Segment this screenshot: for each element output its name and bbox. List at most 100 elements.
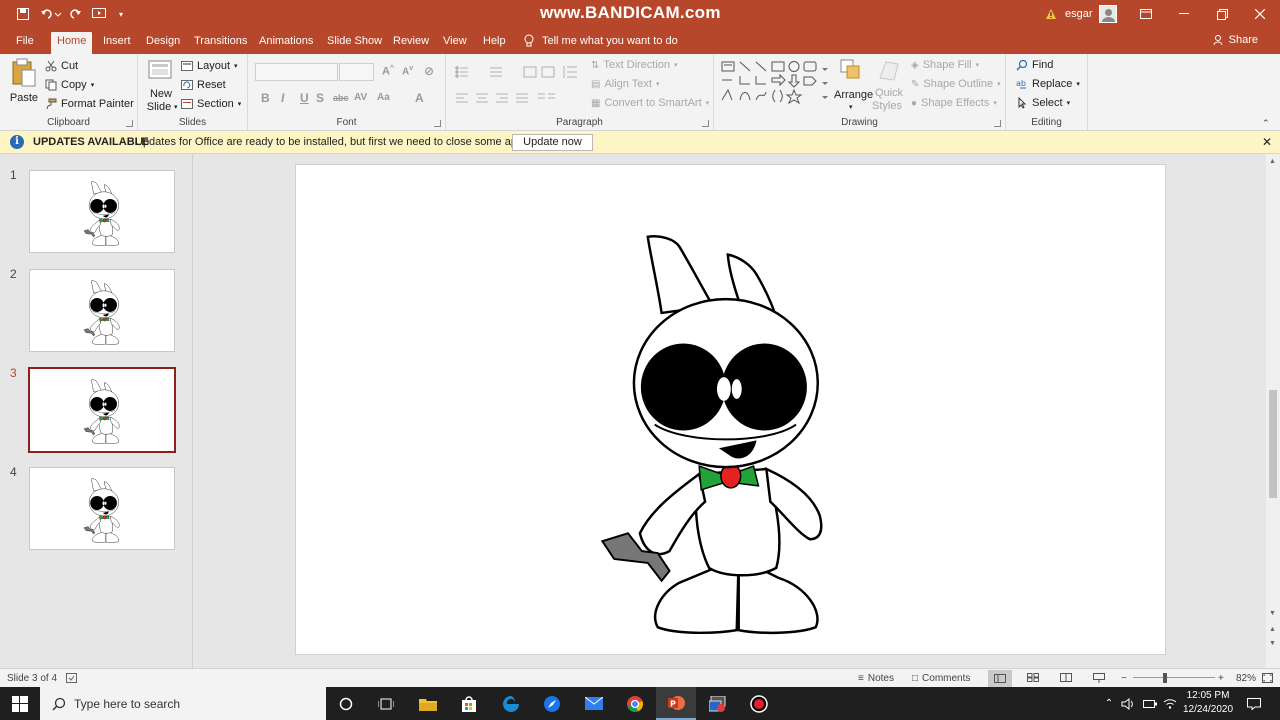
columns-icon[interactable] (538, 92, 556, 104)
tab-slide-show[interactable]: Slide Show (321, 32, 388, 54)
text-shadow-icon[interactable]: S (316, 91, 324, 105)
undo-icon[interactable] (38, 0, 64, 28)
tab-design[interactable]: Design (140, 32, 186, 54)
user-name[interactable]: esgar (1065, 0, 1093, 28)
tab-help[interactable]: Help (477, 32, 512, 54)
zoom-in-icon[interactable]: + (1218, 673, 1224, 684)
tab-animations[interactable]: Animations (253, 32, 319, 54)
normal-view-button[interactable] (988, 670, 1012, 687)
accessibility-icon[interactable] (66, 673, 77, 683)
powerpoint-icon[interactable]: P (656, 687, 696, 720)
quick-styles-button[interactable]: Quick Styles (872, 58, 906, 116)
chrome-icon[interactable] (615, 687, 655, 720)
scroll-up-icon[interactable]: ▲ (1269, 158, 1276, 165)
warning-icon[interactable] (1045, 0, 1057, 28)
reset-button[interactable]: Reset (181, 79, 226, 91)
arrange-button[interactable]: Arrange ▾ (834, 58, 873, 116)
copy-button[interactable]: Copy ▾ (45, 79, 94, 91)
new-slide-button[interactable]: New Slide ▾ (144, 58, 178, 118)
volume-icon[interactable] (1118, 687, 1138, 720)
photos-app-icon[interactable] (698, 687, 738, 720)
font-name-combo[interactable] (255, 63, 338, 81)
change-case-icon[interactable]: Aa (377, 92, 390, 103)
tab-review[interactable]: Review (387, 32, 435, 54)
italic-icon[interactable]: I (281, 91, 284, 105)
restore-icon[interactable] (1203, 0, 1241, 28)
comments-button[interactable]: □ Comments (912, 673, 970, 684)
ribbon-display-options-icon[interactable] (1127, 0, 1165, 28)
shape-outline-button[interactable]: ✎ Shape Outline ▾ (911, 78, 1001, 90)
taskbar-search-box[interactable]: Type here to search (40, 687, 326, 720)
banner-close-icon[interactable]: ✕ (1262, 135, 1272, 149)
tab-view[interactable]: View (437, 32, 473, 54)
find-button[interactable]: Find (1016, 59, 1053, 71)
text-direction-button[interactable]: ⇅ Text Direction ▾ (591, 59, 678, 71)
list-indent-icons[interactable] (454, 65, 574, 79)
section-button[interactable]: Section ▾ (181, 98, 241, 110)
customize-qat-icon[interactable]: ▾ (116, 0, 126, 28)
mail-icon[interactable] (574, 687, 614, 720)
font-color-icon[interactable]: A (415, 91, 424, 105)
app-compass-icon[interactable] (532, 687, 572, 720)
font-launcher-icon[interactable] (434, 120, 441, 127)
slide-sorter-button[interactable] (1027, 673, 1039, 682)
close-icon[interactable] (1241, 0, 1279, 28)
bold-icon[interactable]: B (261, 91, 270, 105)
cortana-icon[interactable] (326, 687, 366, 720)
layout-button[interactable]: Layout ▾ (181, 60, 238, 72)
fit-slide-icon[interactable] (1262, 673, 1273, 683)
increase-font-size-icon[interactable]: A^ (382, 65, 394, 78)
character-drawing[interactable] (594, 222, 834, 642)
edge-icon[interactable] (491, 687, 531, 720)
slide-thumbnail-1[interactable] (29, 170, 175, 253)
zoom-slider[interactable] (1133, 677, 1215, 678)
tab-insert[interactable]: Insert (97, 32, 137, 54)
alignment-icons[interactable] (456, 92, 546, 104)
collapse-ribbon-icon[interactable]: ⌃ (1262, 118, 1270, 129)
align-text-button[interactable]: ▤ Align Text ▾ (591, 78, 659, 90)
slide-thumbnail-3[interactable] (28, 367, 176, 453)
save-icon[interactable] (14, 0, 32, 28)
cut-button[interactable]: Cut (45, 60, 78, 72)
replace-button[interactable]: ab Replace ▾ (1016, 78, 1080, 90)
zoom-level[interactable]: 82% (1236, 673, 1256, 684)
task-view-icon[interactable] (366, 687, 406, 720)
show-hidden-icons-icon[interactable]: ⌃ (1098, 687, 1120, 720)
redo-icon[interactable] (68, 0, 84, 28)
battery-icon[interactable] (1140, 687, 1160, 720)
tab-transitions[interactable]: Transitions (188, 32, 253, 54)
scroll-down-icon[interactable]: ▼ (1269, 610, 1276, 617)
bandicam-record-icon[interactable] (739, 687, 779, 720)
zoom-out-icon[interactable]: − (1121, 673, 1127, 684)
tell-me-box[interactable]: Tell me what you want to do (524, 34, 678, 48)
clipboard-launcher-icon[interactable] (126, 120, 133, 127)
line-spacing-icon[interactable] (562, 65, 578, 79)
underline-icon[interactable]: U (300, 91, 309, 105)
taskbar-clock[interactable]: 12:05 PM 12/24/2020 (1176, 689, 1240, 717)
previous-slide-icon[interactable]: ▲ (1269, 626, 1276, 633)
format-painter-button[interactable]: Format Painter (45, 98, 134, 110)
minimize-icon[interactable] (1165, 0, 1203, 28)
notification-center-icon[interactable] (1242, 687, 1266, 720)
paste-button[interactable]: Paste (8, 58, 40, 114)
share-button[interactable]: Share (1213, 34, 1258, 46)
vertical-scrollbar[interactable]: ▲ ▼ ▲ ▼ (1266, 154, 1280, 668)
slide-canvas[interactable] (295, 164, 1166, 655)
paragraph-launcher-icon[interactable] (702, 120, 709, 127)
character-spacing-icon[interactable]: AV (354, 92, 367, 103)
user-avatar[interactable] (1099, 0, 1117, 28)
shapes-gallery[interactable] (720, 60, 830, 112)
next-slide-icon[interactable]: ▼ (1269, 640, 1276, 647)
select-button[interactable]: Select ▾ (1016, 97, 1070, 109)
reading-view-button[interactable] (1060, 673, 1072, 682)
scroll-thumb[interactable] (1269, 390, 1277, 498)
tab-file[interactable]: File (10, 32, 40, 54)
slide-thumbnail-4[interactable] (29, 467, 175, 550)
shape-fill-button[interactable]: ◈ Shape Fill ▾ (911, 59, 979, 71)
zoom-slider-thumb[interactable] (1163, 673, 1167, 683)
slide-thumbnail-2[interactable] (29, 269, 175, 352)
convert-smartart-button[interactable]: ▦ Convert to SmartArt ▾ (591, 97, 709, 109)
slideshow-start-icon[interactable] (90, 0, 108, 28)
windows-start-icon[interactable] (0, 687, 40, 720)
strikethrough-icon[interactable]: abc (333, 93, 349, 103)
